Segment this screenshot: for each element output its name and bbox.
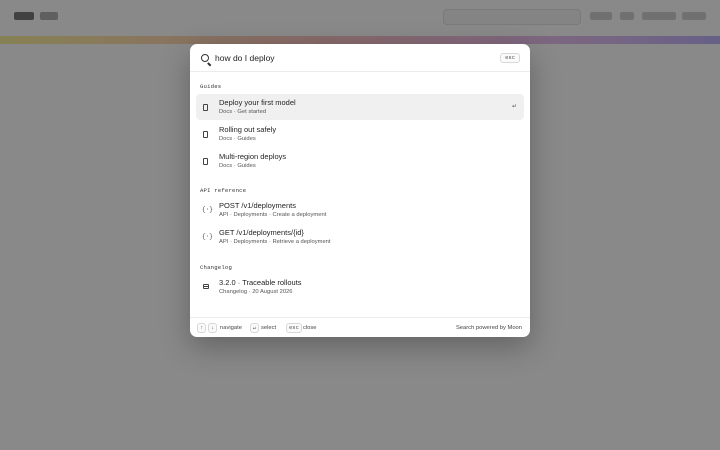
result-item[interactable]: Multi-region deploys Docs · Guides xyxy=(196,148,524,174)
result-path: API · Deployments · Create a deployment xyxy=(219,211,327,218)
select-hint-label: select xyxy=(261,325,277,331)
result-path: API · Deployments · Retrieve a deploymen… xyxy=(219,238,331,245)
code-braces-icon: {·} xyxy=(202,233,213,240)
arrow-down-key-hint: ↓ xyxy=(208,323,218,333)
powered-by-label[interactable]: Search powered by Moon xyxy=(456,325,522,331)
result-item[interactable]: 3.2.0 · Traceable rollouts Changelog · 2… xyxy=(196,274,524,300)
close-hint-label: close xyxy=(303,325,317,331)
result-title: POST /v1/deployments xyxy=(219,201,296,210)
esc-key-hint[interactable]: esc xyxy=(500,53,520,63)
document-icon xyxy=(203,158,208,165)
search-input[interactable] xyxy=(215,51,475,65)
result-path: Changelog · 20 August 2026 xyxy=(219,288,293,295)
search-bar: esc xyxy=(190,44,530,72)
document-icon xyxy=(203,104,208,111)
navigate-hint-label: navigate xyxy=(220,325,242,331)
result-item[interactable]: Deploy your first model Docs · Get start… xyxy=(196,94,524,120)
result-item[interactable]: {·} POST /v1/deployments API · Deploymen… xyxy=(196,197,524,223)
result-path: Docs · Get started xyxy=(219,108,267,115)
search-dialog: esc Guides Deploy your first model Docs … xyxy=(190,44,530,337)
code-braces-icon: {·} xyxy=(202,206,213,213)
section-heading-changelog: Changelog xyxy=(200,264,233,271)
document-icon xyxy=(203,131,208,138)
result-path: Docs · Guides xyxy=(219,162,256,169)
result-title: Multi-region deploys xyxy=(219,152,287,161)
section-heading-api: API reference xyxy=(200,187,247,194)
dialog-footer: ↑ ↓ navigate ↵ select esc close Search p… xyxy=(190,317,530,337)
result-title: Deploy your first model xyxy=(219,98,296,107)
section-heading-guides: Guides xyxy=(200,83,222,90)
result-path: Docs · Guides xyxy=(219,135,256,142)
enter-key-hint: ↵ xyxy=(250,323,260,333)
arrow-up-key-hint: ↑ xyxy=(197,323,207,333)
result-title: GET /v1/deployments/{id} xyxy=(219,228,304,237)
result-item[interactable]: Rolling out safely Docs · Guides xyxy=(196,121,524,147)
result-title: Rolling out safely xyxy=(219,125,277,134)
search-icon xyxy=(201,54,209,62)
calendar-icon xyxy=(203,284,209,289)
result-item[interactable]: {·} GET /v1/deployments/{id} API · Deplo… xyxy=(196,224,524,250)
result-title: 3.2.0 · Traceable rollouts xyxy=(219,278,302,287)
esc-key-hint-footer: esc xyxy=(286,323,302,333)
enter-icon: ↵ xyxy=(511,104,517,110)
